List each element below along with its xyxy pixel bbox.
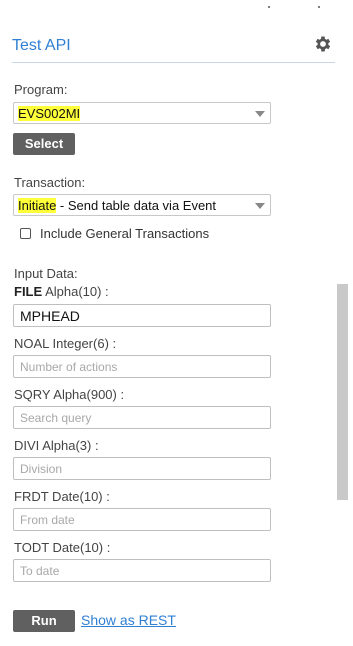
select-button[interactable]: Select bbox=[13, 133, 75, 155]
field-label-noal: NOAL Integer(6) : bbox=[14, 336, 116, 351]
frdt-input[interactable] bbox=[13, 508, 271, 531]
input-data-label: Input Data: bbox=[14, 266, 78, 281]
sqry-input[interactable] bbox=[13, 406, 271, 429]
transaction-description: - Send table data via Event bbox=[56, 198, 217, 213]
program-label: Program: bbox=[14, 82, 68, 97]
include-general-checkbox[interactable] bbox=[20, 228, 31, 239]
include-general-label: Include General Transactions bbox=[40, 226, 210, 241]
show-as-rest-link[interactable]: Show as REST bbox=[81, 612, 176, 628]
field-label-divi: DIVI Alpha(3) : bbox=[14, 438, 99, 453]
field-label-sqry: SQRY Alpha(900) : bbox=[14, 387, 124, 402]
program-select-value: EVS002MI bbox=[18, 106, 81, 121]
panel-title: Test API bbox=[12, 37, 71, 54]
program-select[interactable]: EVS002MI bbox=[13, 102, 271, 124]
chevron-down-icon bbox=[255, 111, 265, 117]
transaction-label: Transaction: bbox=[14, 175, 86, 190]
transaction-highlight: Initiate bbox=[18, 198, 57, 213]
field-type: Alpha(900) : bbox=[50, 387, 125, 402]
field-name: DIVI bbox=[14, 438, 40, 453]
field-type: Alpha(3) : bbox=[39, 438, 99, 453]
field-name: TODT bbox=[14, 540, 49, 555]
field-name: NOAL bbox=[14, 336, 49, 351]
transaction-select[interactable]: Initiate - Send table data via Event bbox=[13, 194, 271, 216]
file-input[interactable] bbox=[13, 304, 271, 327]
transaction-select-value: Initiate - Send table data via Event bbox=[18, 198, 216, 213]
run-button[interactable]: Run bbox=[13, 610, 75, 632]
chevron-down-icon bbox=[255, 203, 265, 209]
top-edge-marks bbox=[0, 0, 353, 12]
field-name: FRDT bbox=[14, 489, 49, 504]
field-type: Alpha(10) : bbox=[42, 284, 109, 299]
gear-icon[interactable] bbox=[313, 34, 333, 54]
divi-input[interactable] bbox=[13, 457, 271, 480]
field-label-frdt: FRDT Date(10) : bbox=[14, 489, 110, 504]
field-name: SQRY bbox=[14, 387, 51, 402]
field-name: FILE bbox=[14, 284, 43, 299]
field-label-file: FILE Alpha(10) : bbox=[14, 284, 109, 299]
noal-input[interactable] bbox=[13, 355, 271, 378]
todt-input[interactable] bbox=[13, 559, 271, 582]
field-type: Date(10) : bbox=[48, 540, 111, 555]
field-type: Integer(6) : bbox=[48, 336, 117, 351]
scrollbar[interactable] bbox=[337, 284, 348, 500]
field-type: Date(10) : bbox=[48, 489, 110, 504]
field-label-todt: TODT Date(10) : bbox=[14, 540, 110, 555]
panel-header: Test API bbox=[12, 28, 335, 63]
